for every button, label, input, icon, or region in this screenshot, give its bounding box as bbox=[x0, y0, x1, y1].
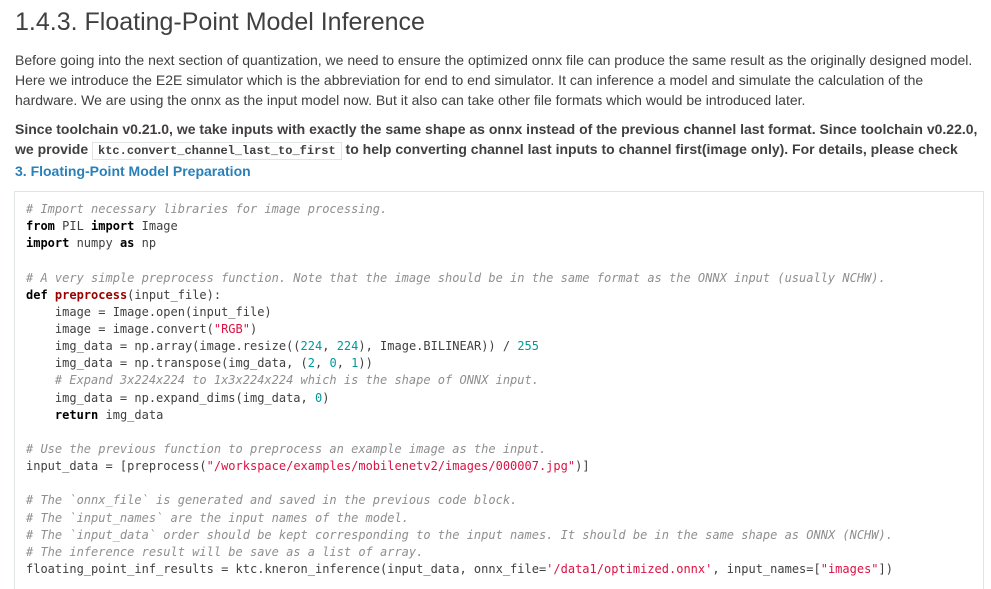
code-line: # Expand 3x224x224 to 1x3x224x224 which … bbox=[26, 373, 539, 388]
code-block: # Import necessary libraries for image p… bbox=[14, 191, 984, 589]
code-line: image = image.convert("RGB") bbox=[26, 321, 258, 336]
code-line: # The `input_names` are the input names … bbox=[26, 510, 409, 525]
code-line: img_data = np.array(image.resize((224, 2… bbox=[26, 339, 540, 354]
code-line: image = Image.open(input_file) bbox=[26, 304, 272, 319]
doc-page: 1.4.3. Floating-Point Model Inference Be… bbox=[0, 0, 991, 589]
note-text-after: to help converting channel last inputs t… bbox=[341, 141, 958, 157]
inline-code-convert-fn: ktc.convert_channel_last_to_first bbox=[92, 142, 342, 160]
code-line: from PIL import Image bbox=[26, 219, 178, 234]
code-line: # The `input_data` order should be kept … bbox=[26, 527, 893, 542]
note-paragraph: Since toolchain v0.21.0, we take inputs … bbox=[15, 119, 985, 181]
code-line: import numpy as np bbox=[26, 236, 157, 251]
code-line: img_data = np.transpose(img_data, (2, 0,… bbox=[26, 356, 373, 371]
code-line: floating_point_inf_results = ktc.kneron_… bbox=[26, 561, 893, 576]
code-line: # The inference result will be save as a… bbox=[26, 544, 424, 559]
code-line: def preprocess(input_file): bbox=[26, 287, 222, 302]
code-line: input_data = [preprocess("/workspace/exa… bbox=[26, 459, 590, 474]
code-line: img_data = np.expand_dims(img_data, 0) bbox=[26, 390, 330, 405]
code-line: # Use the previous function to preproces… bbox=[26, 441, 547, 456]
code-line: # The `onnx_file` is generated and saved… bbox=[26, 493, 518, 508]
code-line: # Import necessary libraries for image p… bbox=[26, 202, 388, 216]
section-heading: 1.4.3. Floating-Point Model Inference bbox=[15, 8, 425, 36]
code-line: return img_data bbox=[54, 407, 164, 422]
floating-point-model-preparation-link[interactable]: 3. Floating-Point Model Preparation bbox=[15, 163, 251, 179]
code-line: # A very simple preprocess function. Not… bbox=[26, 270, 886, 285]
intro-paragraph: Before going into the next section of qu… bbox=[15, 52, 973, 108]
code-content: # Import necessary libraries for image p… bbox=[15, 192, 983, 587]
